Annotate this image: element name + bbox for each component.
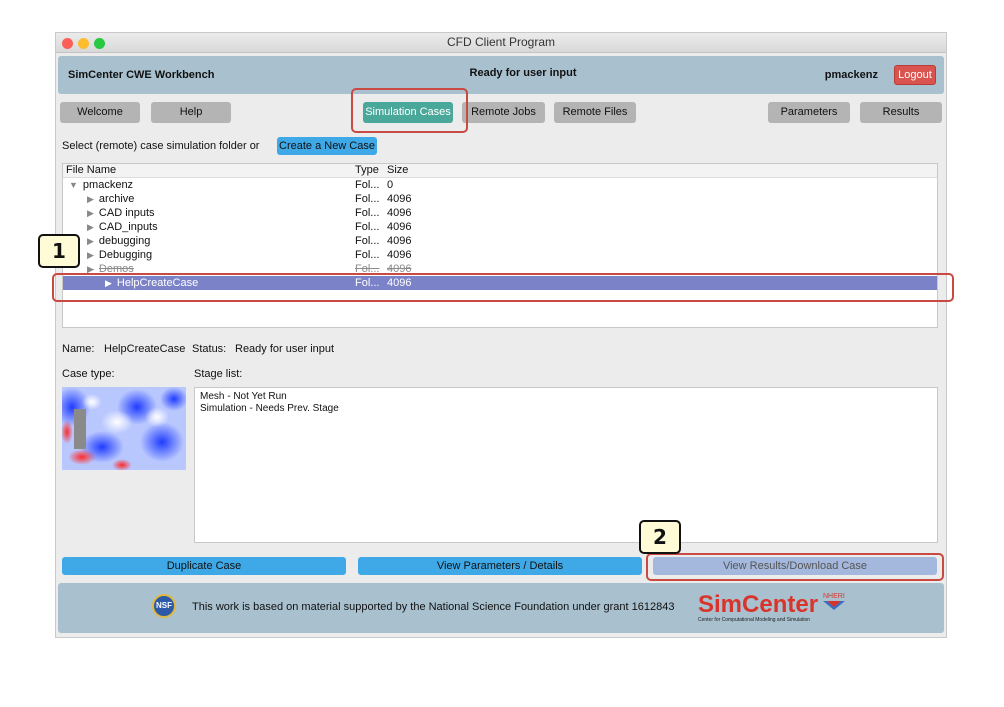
row-type: Fol...	[355, 179, 380, 191]
maximize-window-icon[interactable]	[94, 38, 105, 49]
stage-item[interactable]: Mesh - Not Yet Run	[200, 391, 932, 403]
tab-welcome[interactable]: Welcome	[60, 102, 140, 123]
row-type: Fol...	[355, 235, 380, 247]
highlight-selected-row	[52, 273, 954, 302]
stage-list[interactable]: Mesh - Not Yet Run Simulation - Needs Pr…	[194, 387, 938, 543]
window-title: CFD Client Program	[446, 35, 556, 49]
row-type: Fol...	[355, 207, 380, 219]
row-type: Fol...	[355, 221, 380, 233]
row-name: archive	[98, 193, 135, 205]
row-name: CAD_inputs	[98, 221, 158, 233]
footer: NSF This work is based on material suppo…	[58, 583, 944, 633]
tab-help[interactable]: Help	[151, 102, 231, 123]
file-tree[interactable]: File Name Type Size ▼ pmackenz Fol... 0 ▶…	[62, 163, 938, 328]
row-size: 4096	[387, 221, 412, 233]
case-name-value: HelpCreateCase	[104, 343, 186, 355]
row-size: 4096	[387, 235, 412, 247]
logout-button[interactable]: Logout	[894, 65, 936, 85]
nsf-logo: NSF	[152, 594, 176, 618]
stage-item[interactable]: Simulation - Needs Prev. Stage	[200, 403, 932, 415]
highlight-simulation-cases	[351, 88, 468, 133]
app-header: SimCenter CWE Workbench Ready for user i…	[58, 56, 944, 94]
row-name: debugging	[98, 235, 151, 247]
row-size: 4096	[387, 249, 412, 261]
callout-1: 1	[38, 234, 80, 268]
tab-remote-jobs[interactable]: Remote Jobs	[462, 102, 545, 123]
column-type[interactable]: Type	[355, 164, 379, 177]
case-status-label: Status:	[192, 343, 227, 355]
app-window: CFD Client Program SimCenter CWE Workben…	[55, 32, 947, 638]
case-name-label: Name:	[62, 343, 95, 355]
grant-text: This work is based on material supported…	[192, 601, 675, 613]
status-text: Ready for user input	[469, 67, 577, 79]
tab-remote-files[interactable]: Remote Files	[554, 102, 636, 123]
view-parameters-button[interactable]: View Parameters / Details	[358, 557, 642, 575]
highlight-view-results	[646, 553, 944, 581]
callout-2: 2	[639, 520, 681, 554]
create-new-case-button[interactable]: Create a New Case	[277, 137, 377, 155]
expand-right-icon[interactable]: ▶	[87, 194, 94, 204]
row-size: 0	[387, 179, 394, 191]
row-type: Fol...	[355, 249, 380, 261]
app-name: SimCenter CWE Workbench	[68, 69, 215, 81]
file-tree-header: File Name Type Size	[63, 164, 937, 178]
username: pmackenz	[824, 69, 878, 81]
expand-right-icon[interactable]: ▶	[87, 250, 94, 260]
tab-parameters[interactable]: Parameters	[768, 102, 850, 123]
table-row[interactable]: ▶ CAD inputs Fol... 4096	[63, 206, 937, 220]
row-name: CAD inputs	[98, 207, 155, 219]
nheri-logo-icon: NHERI	[823, 593, 845, 610]
nheri-text: NHERI	[823, 593, 845, 600]
expand-right-icon[interactable]: ▶	[87, 236, 94, 246]
close-window-icon[interactable]	[62, 38, 73, 49]
expand-right-icon[interactable]: ▶	[87, 222, 94, 232]
column-size[interactable]: Size	[387, 164, 408, 177]
stage-list-label: Stage list:	[194, 368, 243, 380]
case-type-label: Case type:	[62, 368, 115, 380]
flow-field-image	[62, 387, 186, 470]
simcenter-logo: SimCenter	[698, 591, 819, 618]
simcenter-subtitle: Center for Computational Modeling and Si…	[698, 617, 811, 623]
row-name: pmackenz	[82, 179, 134, 191]
tab-results[interactable]: Results	[860, 102, 942, 123]
select-prompt: Select (remote) case simulation folder o…	[62, 140, 260, 152]
row-name: Debugging	[98, 249, 153, 261]
expand-right-icon[interactable]: ▶	[87, 208, 94, 218]
title-bar: CFD Client Program	[56, 33, 946, 53]
case-status-value: Ready for user input	[235, 343, 335, 355]
row-size: 4096	[387, 207, 412, 219]
duplicate-case-button[interactable]: Duplicate Case	[62, 557, 346, 575]
expand-down-icon[interactable]: ▼	[69, 180, 78, 190]
column-file-name[interactable]: File Name	[66, 164, 116, 177]
case-type-thumbnail	[62, 387, 186, 470]
table-row[interactable]: ▶ archive Fol... 4096	[63, 192, 937, 206]
table-row[interactable]: ▶ debugging Fol... 4096	[63, 234, 937, 248]
minimize-window-icon[interactable]	[78, 38, 89, 49]
table-row[interactable]: ▶ Debugging Fol... 4096	[63, 248, 937, 262]
row-type: Fol...	[355, 193, 380, 205]
row-size: 4096	[387, 193, 412, 205]
table-row[interactable]: ▶ CAD_inputs Fol... 4096	[63, 220, 937, 234]
table-row[interactable]: ▼ pmackenz Fol... 0	[63, 178, 937, 192]
